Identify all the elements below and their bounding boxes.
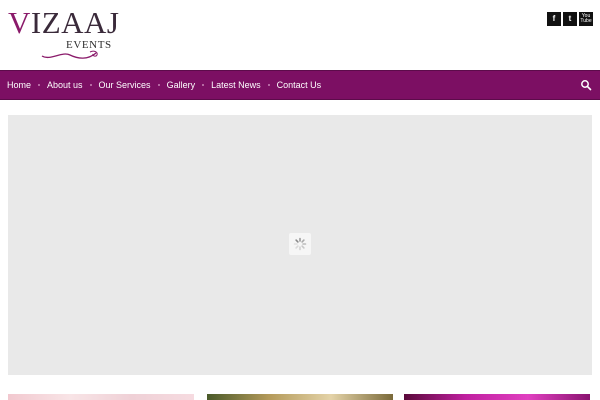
facebook-icon[interactable]: f [547, 12, 561, 26]
logo[interactable]: VIZAAJ EVENTS [8, 6, 120, 64]
nav-item-home[interactable]: Home [0, 80, 38, 90]
nav-item-gallery[interactable]: Gallery [160, 80, 203, 90]
nav-item-contact-us[interactable]: Contact Us [270, 80, 329, 90]
nav-separator [267, 84, 270, 86]
logo-main-text: IZAAJ [30, 5, 120, 40]
featured-thumbnails [0, 394, 600, 400]
featured-thumbnail[interactable] [207, 394, 393, 400]
nav-item-latest-news[interactable]: Latest News [204, 80, 268, 90]
twitter-icon[interactable]: t [563, 12, 577, 26]
logo-swirl-icon [41, 50, 98, 59]
search-icon[interactable] [580, 79, 592, 91]
nav-separator [89, 84, 92, 86]
social-links: f t You Tube [547, 12, 593, 26]
logo-first-letter: V [8, 5, 31, 40]
site-header: VIZAAJ EVENTS f t You Tube [0, 0, 600, 70]
youtube-icon[interactable]: You Tube [579, 12, 593, 26]
nav-separator [157, 84, 160, 86]
main-nav: Home About us Our Services Gallery Lates… [0, 70, 600, 100]
spinner-icon [289, 233, 311, 255]
featured-thumbnail[interactable] [8, 394, 194, 400]
nav-separator [38, 84, 41, 86]
nav-item-our-services[interactable]: Our Services [92, 80, 158, 90]
nav-item-about-us[interactable]: About us [40, 80, 90, 90]
logo-wordmark: VIZAAJ [8, 6, 120, 40]
featured-thumbnail[interactable] [404, 394, 590, 400]
hero-slider[interactable] [8, 115, 592, 375]
